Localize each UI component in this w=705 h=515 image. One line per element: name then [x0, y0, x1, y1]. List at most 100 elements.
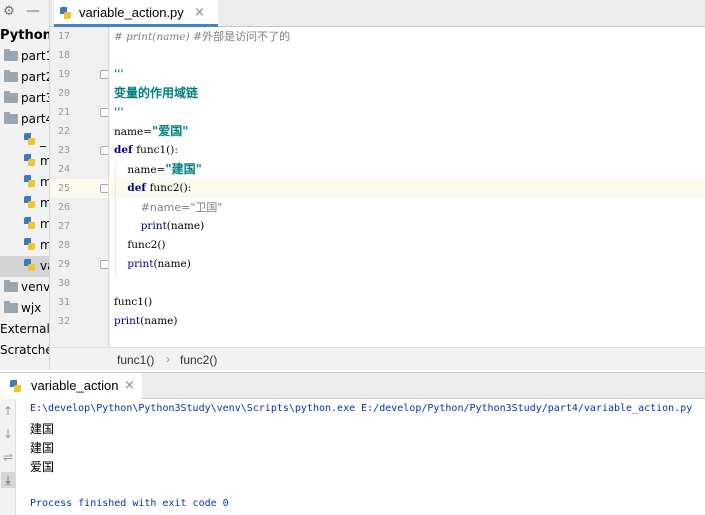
- run-tab-variable-action[interactable]: variable_action ×: [0, 373, 142, 399]
- sidebar-item-label: _: [40, 133, 46, 147]
- python-file-icon: [24, 133, 36, 146]
- line-number: 21: [57, 107, 70, 118]
- project-sidebar: ⚙ — Python3 part1part2part3part4_mmmmmva…: [0, 0, 50, 370]
- arrow-down-icon[interactable]: ↓: [1, 426, 15, 442]
- sidebar-item[interactable]: part2: [0, 67, 49, 88]
- python-file-icon: [24, 238, 36, 251]
- sidebar-item-label: Scratche: [0, 343, 50, 357]
- close-icon[interactable]: ×: [194, 5, 205, 20]
- sidebar-item-label: m: [40, 175, 49, 189]
- code-area[interactable]: # print(name) #外部是访问不了的 ''' 变量的作用域链 ''' name…: [110, 27, 705, 347]
- minimize-icon[interactable]: —: [26, 4, 40, 18]
- sidebar-item[interactable]: part1: [0, 46, 49, 67]
- sidebar-item[interactable]: _: [0, 130, 49, 151]
- console-line: 建国: [30, 441, 55, 455]
- sidebar-item-label: m: [40, 217, 49, 231]
- line-number-gutter: 17 18 19 20 21 22 23 24 25 26 27 28 29 30 31 32: [50, 27, 110, 347]
- close-icon[interactable]: ×: [124, 378, 135, 393]
- code-token: # print(name): [114, 31, 193, 43]
- code-token: func1():: [136, 144, 178, 156]
- line-number: 24: [57, 164, 70, 175]
- sidebar-item[interactable]: m: [0, 172, 49, 193]
- folder-icon: [4, 301, 18, 313]
- sidebar-item-label: part1: [21, 49, 49, 63]
- code-token: def: [127, 182, 150, 194]
- line-number: 19: [57, 69, 70, 80]
- sidebar-item[interactable]: m: [0, 235, 49, 256]
- line-number: 18: [57, 50, 70, 61]
- code-token: "建国": [165, 162, 202, 176]
- code-line: func2(): [110, 236, 705, 255]
- sidebar-toolbar: ⚙ —: [0, 0, 49, 26]
- code-token: (name): [166, 220, 205, 232]
- python-file-icon: [24, 175, 36, 188]
- chevron-right-icon: ›: [166, 352, 170, 366]
- code-line: name="爱国": [110, 122, 705, 141]
- python-file-icon: [24, 154, 36, 167]
- code-token: ''': [114, 106, 124, 118]
- sidebar-item-label: part4: [21, 112, 49, 126]
- sidebar-item[interactable]: External: [0, 319, 50, 340]
- python-file-icon: [24, 259, 36, 272]
- console-line: 爱国: [30, 460, 55, 474]
- sidebar-item[interactable]: m: [0, 193, 49, 214]
- sidebar-item[interactable]: m: [0, 214, 49, 235]
- console-output[interactable]: E:\develop\Python\Python3Study\venv\Scri…: [16, 399, 705, 515]
- sidebar-item[interactable]: va: [0, 256, 49, 277]
- folder-icon: [4, 91, 18, 103]
- sidebar-item[interactable]: wjx: [0, 298, 49, 319]
- line-number: 22: [57, 126, 70, 137]
- sidebar-item-label: External: [0, 322, 50, 336]
- sidebar-item[interactable]: part4: [0, 109, 49, 130]
- code-line: print(name): [110, 255, 705, 274]
- sidebar-item-label: va: [40, 259, 49, 273]
- sidebar-item-label: m: [40, 238, 49, 252]
- code-token: func2():: [149, 182, 192, 194]
- line-number: 27: [57, 221, 70, 232]
- line-number: 17: [57, 31, 70, 42]
- folder-icon: [4, 280, 18, 292]
- code-line: ''': [110, 65, 705, 84]
- code-token: func1(): [114, 296, 153, 308]
- sidebar-item[interactable]: part3: [0, 88, 49, 109]
- line-number: 29: [57, 259, 70, 270]
- line-number: 26: [57, 202, 70, 213]
- arrow-up-icon[interactable]: ↑: [1, 403, 15, 419]
- code-token: name=: [114, 126, 152, 138]
- breadcrumb-item-func2[interactable]: func2(): [180, 353, 217, 367]
- run-panel: variable_action × ↑ ↓ ⇌ ⤓ E:\develop\Pyt…: [0, 372, 705, 515]
- scroll-to-end-icon[interactable]: ⤓: [1, 472, 15, 488]
- code-line: print(name): [110, 217, 705, 236]
- code-line: func1(): [110, 293, 705, 312]
- code-token: name=: [114, 164, 166, 176]
- code-line: print(name): [110, 312, 705, 331]
- code-token: print: [140, 220, 167, 232]
- line-number: 30: [57, 278, 70, 289]
- gear-icon[interactable]: ⚙: [2, 5, 16, 19]
- breadcrumb-item-func1[interactable]: func1(): [117, 353, 154, 367]
- code-line: name="建国": [110, 160, 705, 179]
- code-editor: variable_action.py × 17 18 19 20 21 22 23 24 25 2…: [50, 0, 705, 370]
- tab-label: variable_action.py: [79, 5, 184, 20]
- folder-icon: [4, 70, 18, 82]
- run-tabbar: variable_action ×: [0, 373, 705, 399]
- tab-variable-action[interactable]: variable_action.py ×: [54, 0, 218, 27]
- python-file-icon: [24, 217, 36, 230]
- soft-wrap-icon[interactable]: ⇌: [1, 449, 15, 465]
- sidebar-item[interactable]: m: [0, 151, 49, 172]
- console-command: E:\develop\Python\Python3Study\venv\Scri…: [30, 403, 693, 414]
- code-token: #name="卫国": [140, 201, 223, 214]
- console-exit-message: Process finished with exit code 0: [30, 498, 229, 509]
- sidebar-item-label: part2: [21, 70, 49, 84]
- code-line: ''': [110, 103, 705, 122]
- code-token: #外部是访问不了的: [192, 30, 291, 43]
- folder-icon: [4, 49, 18, 61]
- sidebar-item[interactable]: venv: [0, 277, 49, 298]
- code-token: def: [114, 144, 137, 156]
- editor-tabbar: variable_action.py ×: [50, 0, 705, 27]
- sidebar-item[interactable]: Scratche: [0, 340, 50, 361]
- project-root[interactable]: Python3: [0, 25, 49, 46]
